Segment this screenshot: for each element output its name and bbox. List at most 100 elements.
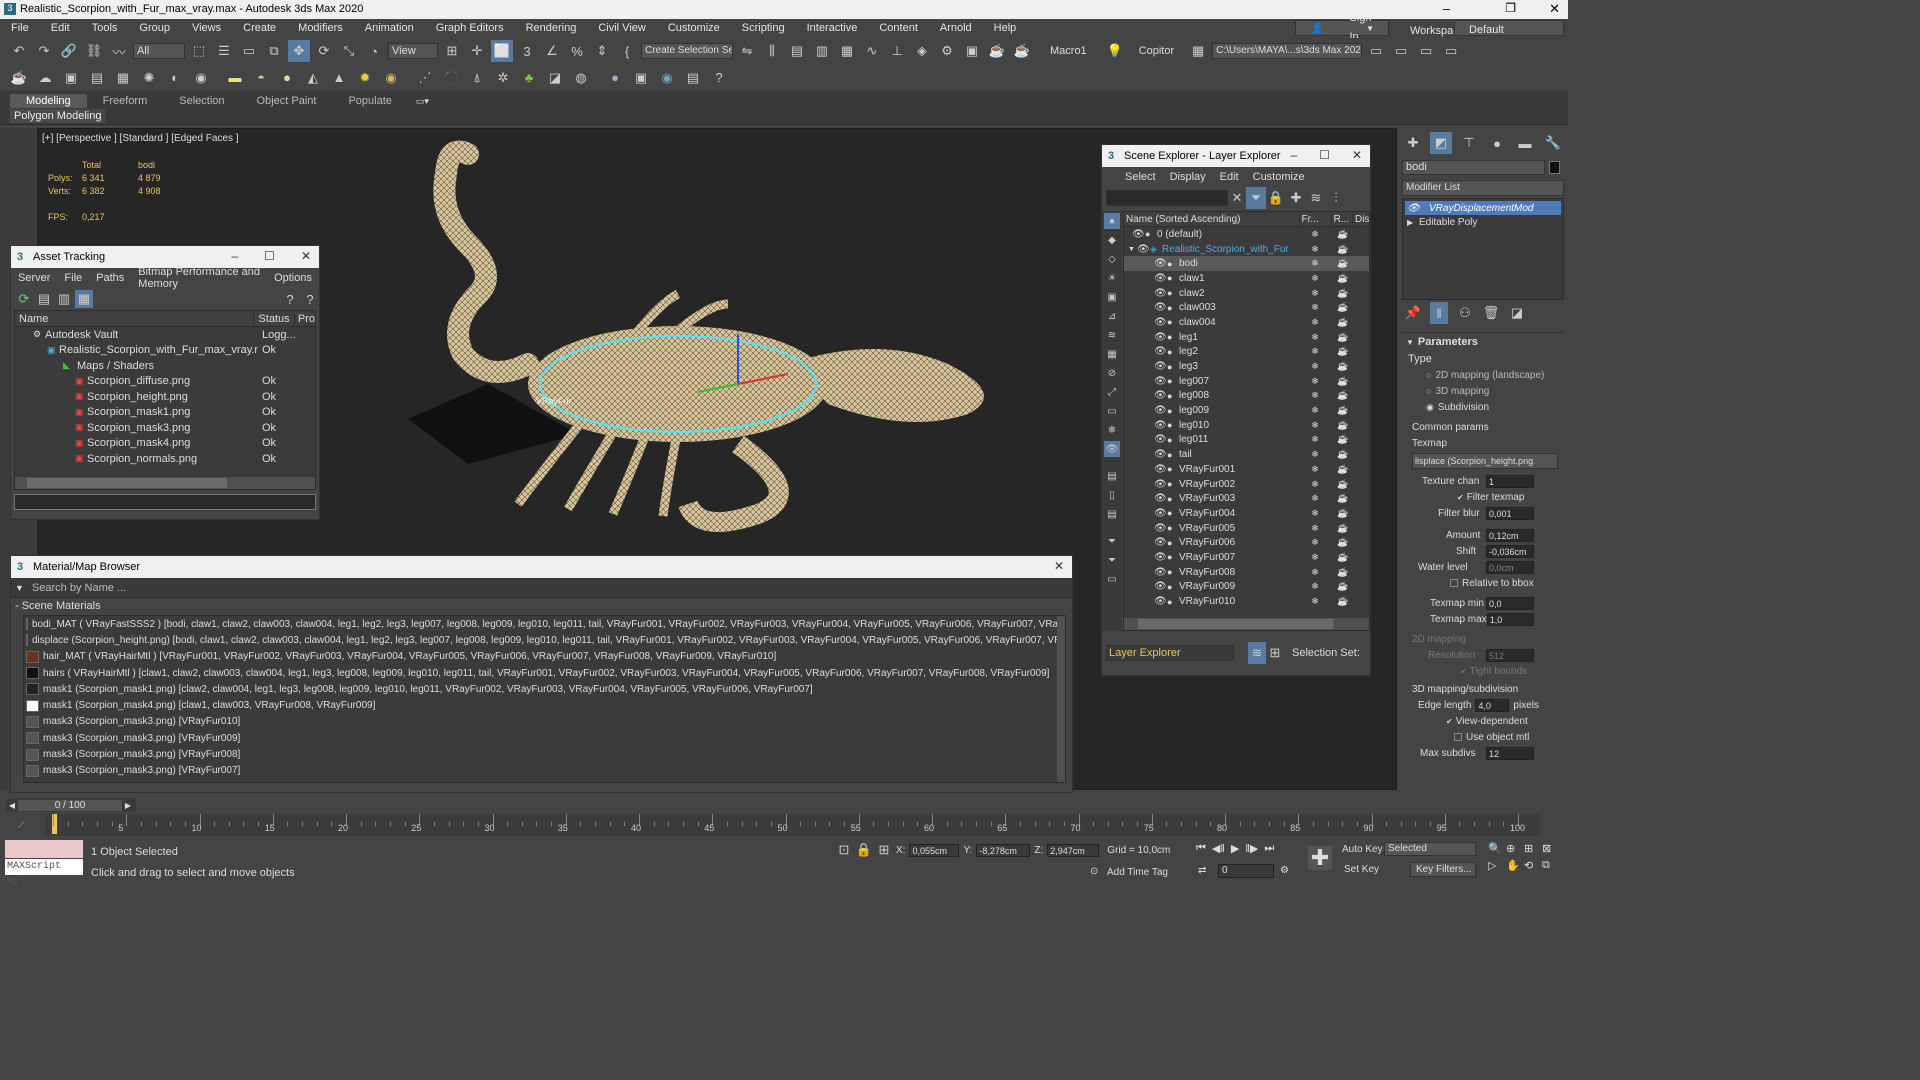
visibility-eye-icon[interactable]: 👁 — [1154, 405, 1167, 416]
filter-icon[interactable]: ⏷ — [1246, 187, 1266, 209]
vray-hdr-icon[interactable]: ◪ — [544, 67, 566, 89]
key-mode-icon[interactable]: ⇄ — [1198, 865, 1206, 876]
close-icon[interactable]: ✕ — [1549, 1, 1560, 17]
freeze-icon[interactable]: ❄ — [1300, 332, 1330, 343]
freeze-icon[interactable]: ❄ — [1300, 244, 1330, 255]
curve-editor-icon[interactable]: ∿ — [861, 40, 883, 62]
vertical-scrollbar[interactable] — [1057, 616, 1065, 782]
render-frame-icon[interactable]: ▣ — [60, 67, 82, 89]
keyboard-shortcut-override-icon[interactable]: ⬜ — [491, 40, 513, 62]
vray-sky-icon[interactable]: ◉ — [380, 67, 402, 89]
scene-menu-edit[interactable]: Edit — [1213, 171, 1246, 183]
link-icon[interactable]: 🔗 — [58, 40, 80, 62]
renderable-icon[interactable]: ☕ — [1330, 596, 1356, 607]
visibility-eye-icon[interactable]: 👁 — [1132, 229, 1145, 240]
scene-row[interactable]: 👁 ● VRayFur001 ❄ ☕ — [1124, 462, 1369, 477]
freeze-icon[interactable]: ❄ — [1300, 552, 1330, 563]
current-frame-field[interactable]: 0 — [1218, 864, 1274, 878]
renderable-icon[interactable]: ☕ — [1330, 405, 1356, 416]
vray-dome-icon[interactable]: ◓ — [250, 67, 272, 89]
menu-help[interactable]: Help — [983, 19, 1028, 38]
list-item[interactable]: bodi_MAT ( VRayFastSSS2 ) [bodi, claw1, … — [24, 616, 1065, 632]
table-row[interactable]: ▣ Scorpion_diffuse.png Ok — [15, 374, 315, 390]
toggle-scene-explorer-icon[interactable]: ▤ — [786, 40, 808, 62]
display-tab-icon[interactable]: ▬ — [1514, 132, 1536, 154]
modifier-list-select[interactable]: Modifier List — [1402, 180, 1564, 196]
table-row[interactable]: ▣ Scorpion_mask1.png Ok — [15, 405, 315, 421]
percent-snap-icon[interactable]: % — [566, 40, 588, 62]
schematic-view-icon[interactable]: ⊥ — [886, 40, 908, 62]
make-unique-icon[interactable]: ⚇ — [1456, 302, 1474, 324]
freeze-icon[interactable]: ❄ — [1300, 376, 1330, 387]
list-item[interactable]: mask3 (Scorpion_mask3.png) [VRayFur010] — [24, 714, 1065, 730]
asset-menu-bitmap[interactable]: Bitmap Performance and Memory — [131, 266, 267, 290]
menu-civil-view[interactable]: Civil View — [587, 19, 656, 38]
bind-space-warp-icon[interactable]: 〰 — [108, 40, 130, 62]
light-lister-icon[interactable]: ✺ — [138, 67, 160, 89]
scene-col-name[interactable]: Name (Sorted Ascending) — [1124, 214, 1299, 225]
visibility-eye-icon[interactable]: 👁 — [1154, 596, 1167, 607]
spinner-snap-icon[interactable]: ⇕ — [591, 40, 613, 62]
renderable-icon[interactable]: ☕ — [1330, 317, 1356, 328]
freeze-icon[interactable]: ❄ — [1300, 596, 1330, 607]
scene-row[interactable]: 👁 ● leg011 ❄ ☕ — [1124, 433, 1369, 448]
scene-row[interactable]: 👁 ● leg1 ❄ ☕ — [1124, 330, 1369, 345]
display-all-icon[interactable]: ● — [1104, 213, 1120, 229]
vray-sphere-icon[interactable]: ● — [276, 67, 298, 89]
modify-tab-icon[interactable]: ◩ — [1430, 132, 1452, 154]
scene-row[interactable]: 👁 ● VRayFur004 ❄ ☕ — [1124, 506, 1369, 521]
render-setup-icon[interactable]: ⚙ — [936, 40, 958, 62]
menu-create[interactable]: Create — [232, 19, 287, 38]
renderable-icon[interactable]: ☕ — [1330, 449, 1356, 460]
scene-row[interactable]: 👁 ● 0 (default) ❄ ☕ — [1124, 227, 1369, 242]
shift-spinner[interactable]: -0,036cm — [1486, 544, 1534, 558]
display-containers-icon[interactable]: ▭ — [1104, 403, 1120, 419]
visibility-eye-icon[interactable]: 👁 — [1137, 244, 1150, 255]
tab-freeform[interactable]: Freeform — [87, 94, 164, 108]
table-row[interactable]: ▣ Scorpion_height.png Ok — [15, 389, 315, 405]
freeze-icon[interactable]: ❄ — [1300, 449, 1330, 460]
asset-col-pro[interactable]: Pro — [295, 313, 315, 325]
table-view-icon[interactable]: ▦ — [75, 290, 93, 308]
use-object-mtl-checkbox[interactable]: Use object mtl — [1402, 729, 1564, 745]
renderable-icon[interactable]: ☕ — [1330, 523, 1356, 534]
selection-set-select[interactable]: Selected — [1384, 842, 1476, 856]
renderable-icon[interactable]: ☕ — [1330, 302, 1356, 313]
mirror-icon[interactable]: ⇋ — [736, 40, 758, 62]
menu-tools[interactable]: Tools — [81, 19, 129, 38]
display-helpers-icon[interactable]: ⊿ — [1104, 308, 1120, 324]
display-xrefs-icon[interactable]: ⊘ — [1104, 365, 1120, 381]
go-to-start-icon[interactable]: ⏮ — [1196, 842, 1206, 855]
tab-modeling[interactable]: Modeling — [10, 94, 87, 108]
visibility-eye-icon[interactable]: 👁 — [1154, 302, 1167, 313]
visibility-eye-icon[interactable]: 👁 — [1154, 376, 1167, 387]
y-coordinate-field[interactable]: -8,278cm — [976, 843, 1031, 857]
view-dependent-checkbox[interactable]: ✔ View-dependent — [1402, 713, 1564, 729]
visibility-eye-icon[interactable]: 👁 — [1154, 390, 1167, 401]
freeze-icon[interactable]: ❄ — [1300, 493, 1330, 504]
display-icon-b[interactable]: ▯ — [1104, 487, 1120, 503]
vray-fur-icon[interactable]: ⋰ — [414, 67, 436, 89]
list-item[interactable]: hairs ( VRayHairMtl ) [claw1, claw2, cla… — [24, 665, 1065, 681]
asset-path-field[interactable] — [14, 494, 316, 510]
visibility-eye-icon[interactable]: 👁 — [1154, 288, 1167, 299]
eye-icon[interactable]: 👁 — [1407, 203, 1420, 214]
time-config-icon[interactable]: ⚙ — [1280, 865, 1289, 876]
project-path-select[interactable]: C:\Users\MAYA\...s\3ds Max 2020 — [1212, 43, 1363, 59]
camera-icon[interactable]: ◐ — [164, 67, 186, 89]
previous-frame-icon[interactable]: ◀‖ — [1212, 842, 1225, 855]
place-icon[interactable]: ◔ — [363, 40, 385, 62]
display-cameras-icon[interactable]: ▣ — [1104, 289, 1120, 305]
asset-menu-file[interactable]: File — [57, 272, 89, 284]
lightbulb-icon[interactable]: 💡 — [1104, 40, 1126, 62]
selection-set-icon[interactable]: ⊞ — [1266, 642, 1284, 664]
clear-search-icon[interactable]: ✕ — [1228, 187, 1246, 209]
menu-content[interactable]: Content — [868, 19, 929, 38]
scene-col-render[interactable]: R... — [1330, 213, 1352, 225]
help-config-icon[interactable]: ? — [301, 290, 319, 308]
toggle-ribbon-icon[interactable]: ▦ — [836, 40, 858, 62]
x-coordinate-field[interactable]: 0,055cm — [909, 843, 960, 857]
select-rotate-icon[interactable]: ⟳ — [313, 40, 335, 62]
visibility-eye-icon[interactable]: 👁 — [1154, 346, 1167, 357]
grid-table-icon[interactable]: ▦ — [112, 67, 134, 89]
